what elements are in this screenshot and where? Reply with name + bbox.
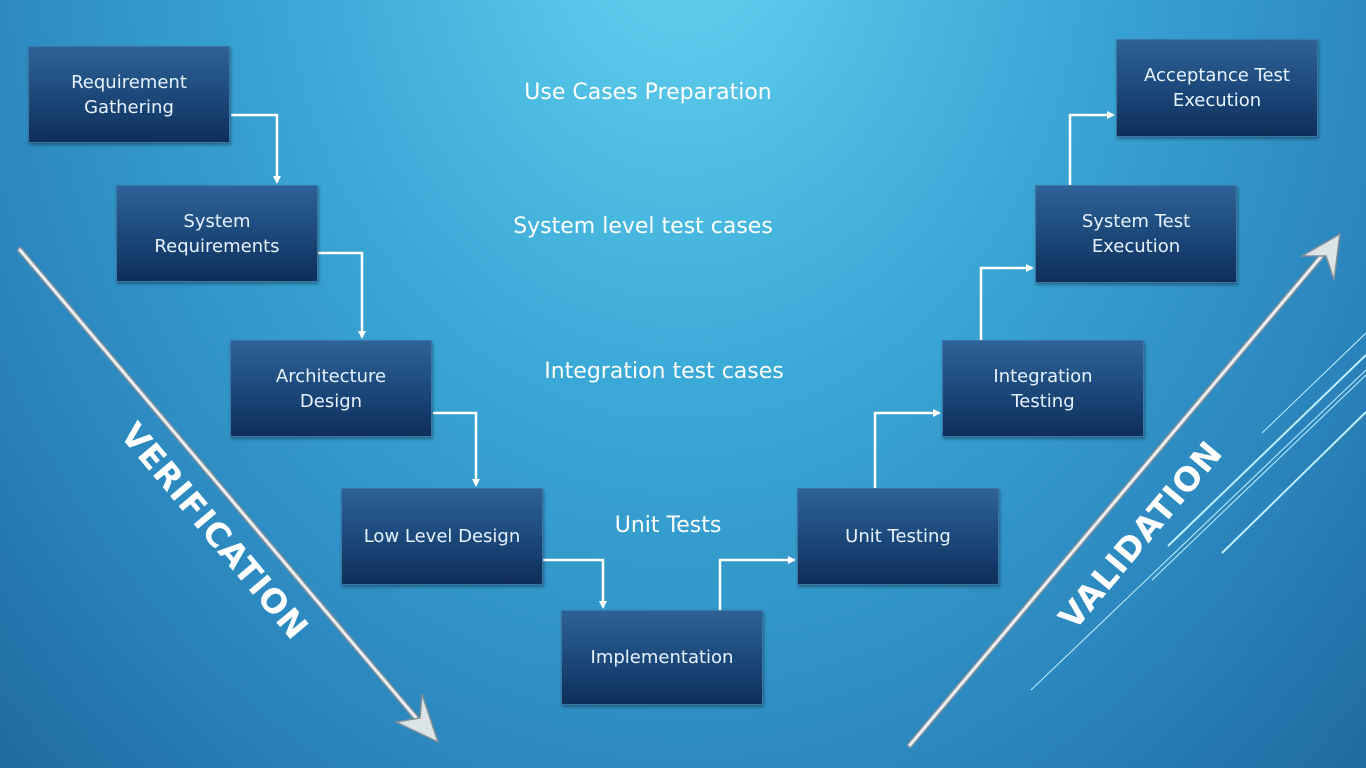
box-architecture-design: Architecture Design [230, 340, 432, 437]
connector-arrow [318, 251, 366, 339]
connector-arrow [1068, 111, 1115, 185]
box-unit-testing: Unit Testing [797, 488, 999, 585]
box-system-requirements: System Requirements [116, 185, 318, 282]
box-acceptance-test-execution: Acceptance Test Execution [1116, 39, 1318, 137]
box-system-test-execution: System Test Execution [1035, 185, 1237, 283]
level-label-integration-tests: Integration test cases [544, 359, 784, 384]
level-label-system-tests: System level test cases [513, 214, 773, 239]
box-implementation: Implementation [561, 610, 763, 705]
box-requirement-gathering: Requirement Gathering [28, 46, 230, 143]
box-low-level-design: Low Level Design [341, 488, 543, 585]
box-integration-testing: Integration Testing [942, 340, 1144, 437]
level-label-unit-tests: Unit Tests [614, 513, 722, 538]
connector-arrow [433, 411, 480, 487]
connector-arrow [718, 556, 796, 610]
connector-arrow [543, 558, 607, 609]
connector-arrow [231, 113, 281, 184]
level-label-use-cases: Use Cases Preparation [524, 80, 772, 105]
connector-arrow [873, 409, 941, 488]
connector-arrow [979, 264, 1034, 340]
